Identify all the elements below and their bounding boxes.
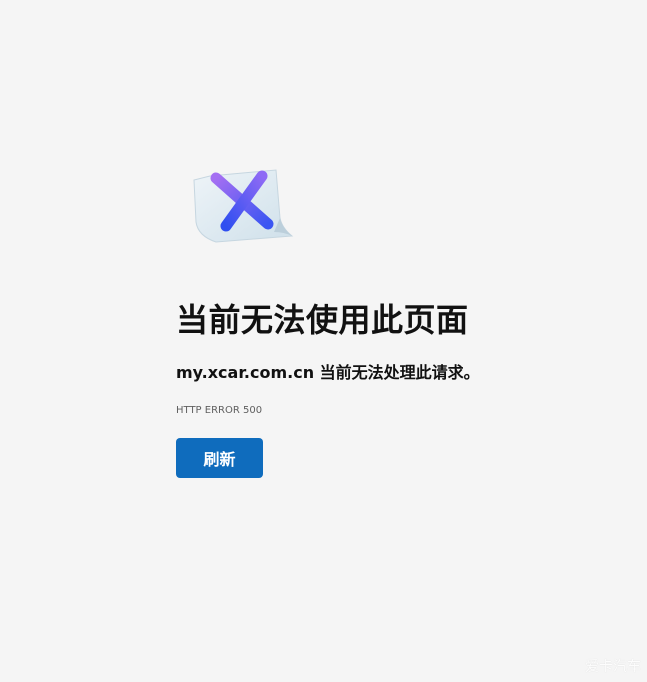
error-message-text: 当前无法处理此请求。 bbox=[314, 363, 480, 382]
error-message: my.xcar.com.cn 当前无法处理此请求。 bbox=[176, 361, 480, 385]
error-code: HTTP ERROR 500 bbox=[176, 405, 263, 416]
error-host: my.xcar.com.cn bbox=[176, 363, 315, 382]
page-title: 当前无法使用此页面 bbox=[176, 301, 469, 339]
reload-button[interactable]: 刷新 bbox=[176, 438, 263, 478]
watermark: 爱卡汽车 bbox=[585, 659, 641, 675]
error-page-x-icon bbox=[188, 166, 294, 246]
